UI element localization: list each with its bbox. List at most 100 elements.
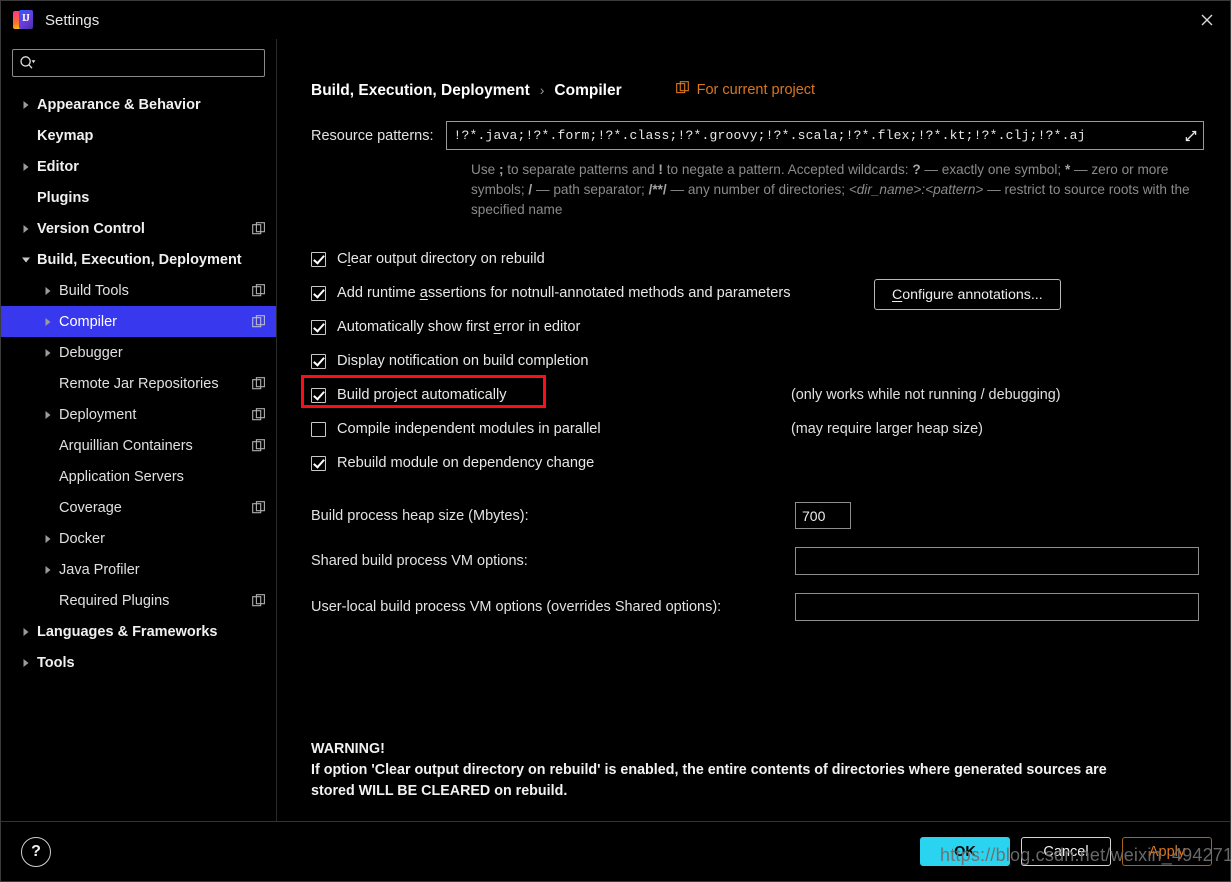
checkbox-display-notification-on-build-completion[interactable] (311, 353, 326, 369)
sidebar-item-deployment[interactable]: Deployment (1, 399, 276, 430)
checkbox-add-runtime-assertions-for-notnull-annot[interactable] (311, 285, 326, 301)
checkbox-label-pre: Rebuild module on dependency change (337, 455, 595, 471)
settings-dialog: IJ Settings Appearance & Behavior Keymap… (0, 0, 1231, 882)
for-current-project-link[interactable]: For current project (675, 81, 815, 99)
chevron-down-icon[interactable] (15, 255, 37, 265)
checkbox-clear-output-directory-on-rebuild[interactable] (311, 251, 326, 267)
chevron-right-icon[interactable] (37, 534, 59, 544)
checkbox-rebuild-module-on-dependency-change[interactable] (311, 455, 326, 471)
chevron-right-icon[interactable] (37, 317, 59, 327)
sidebar-item-build-tools[interactable]: Build Tools (1, 275, 276, 306)
sidebar-item-plugins[interactable]: Plugins (1, 182, 276, 213)
ok-button[interactable]: OK (920, 837, 1010, 866)
title-bar: IJ Settings (1, 1, 1230, 39)
sidebar-item-languages-frameworks[interactable]: Languages & Frameworks (1, 616, 276, 647)
sidebar-item-label: Application Servers (59, 468, 184, 485)
shared-vm-options-row: Shared build process VM options: (311, 547, 1204, 575)
sidebar-item-editor[interactable]: Editor (1, 151, 276, 182)
chevron-right-icon[interactable] (15, 627, 37, 637)
sidebar-item-label: Keymap (37, 127, 94, 144)
heap-size-input[interactable]: 700 (795, 502, 851, 529)
checkbox-automatically-show-first-error-in-editor[interactable] (311, 319, 326, 335)
sidebar-item-arquillian-containers[interactable]: Arquillian Containers (1, 430, 276, 461)
sidebar-item-debugger[interactable]: Debugger (1, 337, 276, 368)
sidebar-item-label: Coverage (59, 499, 122, 516)
dialog-footer: ? OK Cancel Apply (1, 821, 1230, 881)
userlocal-vm-options-label: User-local build process VM options (ove… (311, 599, 722, 615)
checkbox-label-post: rror in editor (501, 319, 581, 335)
expand-icon[interactable] (1177, 128, 1199, 144)
search-field-wrapper (12, 49, 265, 77)
chevron-right-icon[interactable] (15, 162, 37, 172)
copy-icon (252, 314, 266, 329)
configure-annotations-button[interactable]: Configure annotations... (874, 279, 1061, 310)
sidebar-item-application-servers[interactable]: Application Servers (1, 461, 276, 492)
copy-icon (252, 438, 266, 453)
breadcrumb: Build, Execution, Deployment › Compiler … (311, 81, 1204, 100)
checkbox-row-display-notification-on-build-completion[interactable]: Display notification on build completion (311, 344, 1204, 378)
sidebar-item-compiler[interactable]: Compiler (1, 306, 276, 337)
compiler-settings-panel: Build, Execution, Deployment › Compiler … (277, 39, 1230, 821)
compiler-options-list: Clear output directory on rebuild Add run… (301, 242, 1204, 480)
cancel-button[interactable]: Cancel (1021, 837, 1111, 866)
sidebar-item-appearance-behavior[interactable]: Appearance & Behavior (1, 89, 276, 120)
checkbox-compile-independent-modules-in-parallel[interactable] (311, 421, 326, 437)
copy-icon (252, 376, 266, 391)
sidebar-item-required-plugins[interactable]: Required Plugins (1, 585, 276, 616)
checkbox-build-project-automatically[interactable] (311, 387, 326, 403)
settings-sidebar: Appearance & Behavior Keymap Editor Plugins… (1, 39, 277, 821)
copy-icon (252, 593, 266, 608)
sidebar-item-docker[interactable]: Docker (1, 523, 276, 554)
breadcrumb-current: Compiler (554, 82, 622, 99)
sidebar-item-label: Appearance & Behavior (37, 96, 201, 113)
resource-patterns-input[interactable]: !?*.java;!?*.form;!?*.class;!?*.groovy;!… (445, 121, 1204, 150)
close-icon[interactable] (1184, 1, 1230, 39)
resource-patterns-hint: Use ; to separate patterns and ! to nega… (471, 162, 1190, 217)
sidebar-item-keymap[interactable]: Keymap (1, 120, 276, 151)
sidebar-item-coverage[interactable]: Coverage (1, 492, 276, 523)
sidebar-item-remote-jar-repositories[interactable]: Remote Jar Repositories (1, 368, 276, 399)
apply-button[interactable]: Apply (1122, 837, 1212, 866)
breadcrumb-parent[interactable]: Build, Execution, Deployment (311, 82, 530, 100)
checkbox-row-build-project-automatically[interactable]: Build project automatically (only works w… (301, 375, 1204, 412)
heap-size-label: Build process heap size (Mbytes): (311, 507, 529, 524)
sidebar-item-label: Remote Jar Repositories (59, 375, 219, 392)
chevron-right-icon[interactable] (15, 100, 37, 110)
search-input[interactable] (12, 49, 265, 77)
sidebar-item-label: Version Control (37, 220, 145, 237)
resource-patterns-label: Resource patterns: (311, 127, 434, 144)
checkbox-label-mnemonic: a (419, 285, 428, 301)
checkbox-label: Rebuild module on dependency change (337, 455, 594, 471)
userlocal-vm-options-input[interactable] (795, 593, 1199, 621)
checkbox-row-rebuild-module-on-dependency-change[interactable]: Rebuild module on dependency change (311, 446, 1204, 480)
chevron-right-icon[interactable] (37, 565, 59, 575)
sidebar-item-tools[interactable]: Tools (1, 647, 276, 678)
configure-annotations-label: onfigure annotations... (902, 286, 1043, 303)
chevron-right-icon[interactable] (15, 658, 37, 668)
chevron-right-icon[interactable] (37, 410, 59, 420)
sidebar-item-label: Arquillian Containers (59, 437, 193, 454)
checkbox-row-add-runtime-assertions-for-notnull-annot[interactable]: Add runtime assertions for notnull-annot… (311, 276, 1204, 310)
sidebar-item-java-profiler[interactable]: Java Profiler (1, 554, 276, 585)
chevron-right-icon[interactable] (37, 348, 59, 358)
chevron-right-icon[interactable] (37, 286, 59, 296)
checkbox-row-automatically-show-first-error-in-editor[interactable]: Automatically show first error in editor (311, 310, 1204, 344)
userlocal-vm-options-row: User-local build process VM options (ove… (311, 593, 1204, 621)
checkbox-label-pre: Automatically show first (337, 319, 494, 335)
dialog-body: Appearance & Behavior Keymap Editor Plugins… (1, 39, 1230, 821)
sidebar-item-label: Build Tools (59, 282, 129, 299)
sidebar-item-version-control[interactable]: Version Control (1, 213, 276, 244)
sidebar-item-label: Plugins (37, 189, 90, 206)
checkbox-row-compile-independent-modules-in-parallel[interactable]: Compile independent modules in parallel (… (311, 412, 1204, 446)
checkbox-row-clear-output-directory-on-rebuild[interactable]: Clear output directory on rebuild (311, 242, 1204, 276)
settings-tree: Appearance & Behavior Keymap Editor Plugins… (1, 89, 276, 678)
sidebar-item-label: Required Plugins (59, 592, 170, 609)
help-button[interactable]: ? (21, 836, 51, 867)
warning-text: WARNING! If option 'Clear output directo… (311, 739, 1107, 802)
resource-patterns-row: Resource patterns: !?*.java;!?*.form;!?*… (311, 121, 1204, 150)
chevron-right-icon[interactable] (15, 224, 37, 234)
checkbox-note: (only works while not running / debuggin… (791, 387, 1061, 403)
shared-vm-options-input[interactable] (795, 547, 1199, 575)
sidebar-item-build-execution-deployment[interactable]: Build, Execution, Deployment (1, 244, 276, 275)
sidebar-item-label: Tools (37, 654, 75, 671)
